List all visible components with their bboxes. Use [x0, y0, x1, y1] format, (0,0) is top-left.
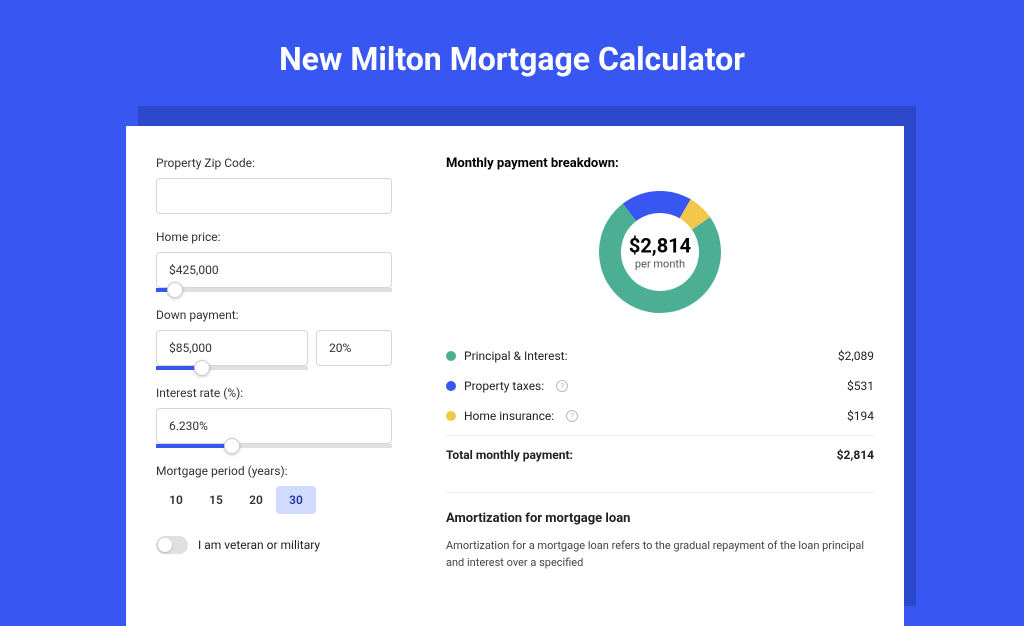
total-row: Total monthly payment: $2,814: [446, 435, 874, 474]
total-label: Total monthly payment:: [446, 448, 573, 462]
zip-input[interactable]: [156, 178, 392, 214]
period-option-20[interactable]: 20: [236, 486, 276, 514]
home-price-slider[interactable]: [156, 288, 392, 292]
interest-label: Interest rate (%):: [156, 386, 416, 400]
period-option-30[interactable]: 30: [276, 486, 316, 514]
slider-fill: [156, 444, 232, 448]
toggle-thumb: [158, 538, 172, 552]
down-payment-pct-input[interactable]: [316, 330, 392, 366]
period-option-10[interactable]: 10: [156, 486, 196, 514]
legend-label: Property taxes:: [464, 379, 544, 393]
veteran-toggle[interactable]: [156, 536, 188, 554]
period-field: Mortgage period (years): 10 15 20 30: [156, 464, 416, 514]
breakdown-column: Monthly payment breakdown: $2,814 per mo…: [416, 126, 904, 626]
info-icon[interactable]: ?: [566, 410, 578, 422]
page-title: New Milton Mortgage Calculator: [0, 0, 1024, 108]
breakdown-title: Monthly payment breakdown:: [446, 156, 874, 171]
legend-insurance: Home insurance: ? $194: [446, 401, 874, 431]
zip-label: Property Zip Code:: [156, 156, 416, 170]
legend-label: Principal & Interest:: [464, 349, 568, 363]
interest-input[interactable]: [156, 408, 392, 444]
period-option-15[interactable]: 15: [196, 486, 236, 514]
donut-amount: $2,814: [629, 234, 691, 258]
veteran-row: I am veteran or military: [156, 536, 416, 554]
legend-taxes: Property taxes: ? $531: [446, 371, 874, 401]
legend-value: $531: [847, 379, 874, 393]
zip-field: Property Zip Code:: [156, 156, 416, 214]
down-payment-label: Down payment:: [156, 308, 416, 322]
legend-principal: Principal & Interest: $2,089: [446, 341, 874, 371]
slider-thumb[interactable]: [167, 282, 183, 298]
slider-thumb[interactable]: [224, 438, 240, 454]
down-payment-field: Down payment:: [156, 308, 416, 370]
veteran-label: I am veteran or military: [198, 538, 320, 552]
down-payment-input[interactable]: [156, 330, 308, 366]
amortization-section: Amortization for mortgage loan Amortizat…: [446, 492, 874, 571]
home-price-label: Home price:: [156, 230, 416, 244]
down-payment-slider[interactable]: [156, 366, 308, 370]
legend-label: Home insurance:: [464, 409, 554, 423]
slider-thumb[interactable]: [194, 360, 210, 376]
dot-icon: [446, 351, 456, 361]
amortization-title: Amortization for mortgage loan: [446, 511, 874, 526]
interest-field: Interest rate (%):: [156, 386, 416, 448]
amortization-text: Amortization for a mortgage loan refers …: [446, 538, 874, 571]
donut-sub: per month: [629, 258, 691, 271]
donut-chart: $2,814 per month: [446, 187, 874, 317]
info-icon[interactable]: ?: [556, 380, 568, 392]
total-value: $2,814: [837, 448, 874, 462]
dot-icon: [446, 381, 456, 391]
dot-icon: [446, 411, 456, 421]
interest-slider[interactable]: [156, 444, 392, 448]
home-price-input[interactable]: [156, 252, 392, 288]
calculator-card: Property Zip Code: Home price: Down paym…: [126, 126, 904, 626]
donut-center: $2,814 per month: [629, 234, 691, 271]
form-column: Property Zip Code: Home price: Down paym…: [126, 126, 416, 626]
period-group: 10 15 20 30: [156, 486, 416, 514]
legend-value: $194: [847, 409, 874, 423]
period-label: Mortgage period (years):: [156, 464, 416, 478]
home-price-field: Home price:: [156, 230, 416, 292]
legend-value: $2,089: [838, 349, 874, 363]
